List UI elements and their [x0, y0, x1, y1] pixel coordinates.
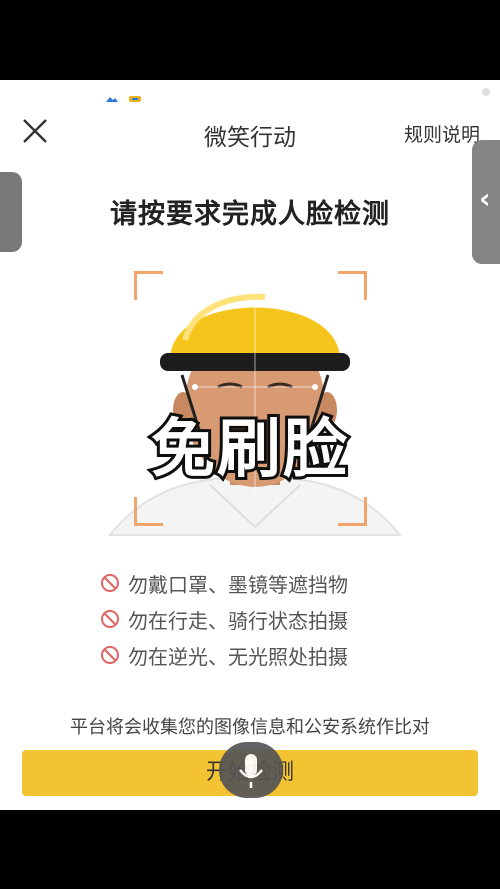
rule-text: 勿戴口罩、墨镜等遮挡物: [128, 572, 348, 597]
frame-corner: [134, 497, 163, 526]
voice-input-button[interactable]: [219, 742, 283, 798]
nav-bar: 微笑行动 规则说明: [0, 108, 500, 158]
rule-text: 勿在行走、骑行状态拍摄: [128, 608, 348, 633]
status-dot: [482, 88, 490, 96]
frame-corner: [338, 271, 367, 300]
privacy-notice: 平台将会收集您的图像信息和公安系统作比对: [70, 717, 430, 738]
frame-corner: [134, 271, 163, 300]
list-item: 勿在行走、骑行状态拍摄: [100, 601, 348, 637]
overlay-caption: 免刷脸: [148, 410, 350, 490]
rules-link[interactable]: 规则说明: [404, 120, 480, 147]
rule-text: 勿在逆光、无光照处拍摄: [128, 644, 348, 669]
list-item: 勿在逆光、无光照处拍摄: [100, 637, 348, 673]
notification-icon: [106, 97, 118, 102]
frame-corner: [338, 497, 367, 526]
rules-list: 勿戴口罩、墨镜等遮挡物 勿在行走、骑行状态拍摄 勿在逆光、无光照处拍摄: [100, 565, 348, 673]
app-icon: [129, 96, 142, 102]
app-screen: 微笑行动 规则说明 ‹ 请按要求完成人脸检测 免刷脸 勿戴口罩、墨镜等遮挡物 勿…: [0, 80, 500, 810]
instruction-heading: 请按要求完成人脸检测: [110, 199, 390, 230]
list-item: 勿戴口罩、墨镜等遮挡物: [100, 565, 348, 601]
ban-icon: [101, 610, 119, 628]
status-bar-icons: [105, 88, 146, 102]
ban-icon: [101, 646, 119, 664]
ban-icon: [101, 574, 119, 592]
microphone-icon: [239, 754, 263, 788]
